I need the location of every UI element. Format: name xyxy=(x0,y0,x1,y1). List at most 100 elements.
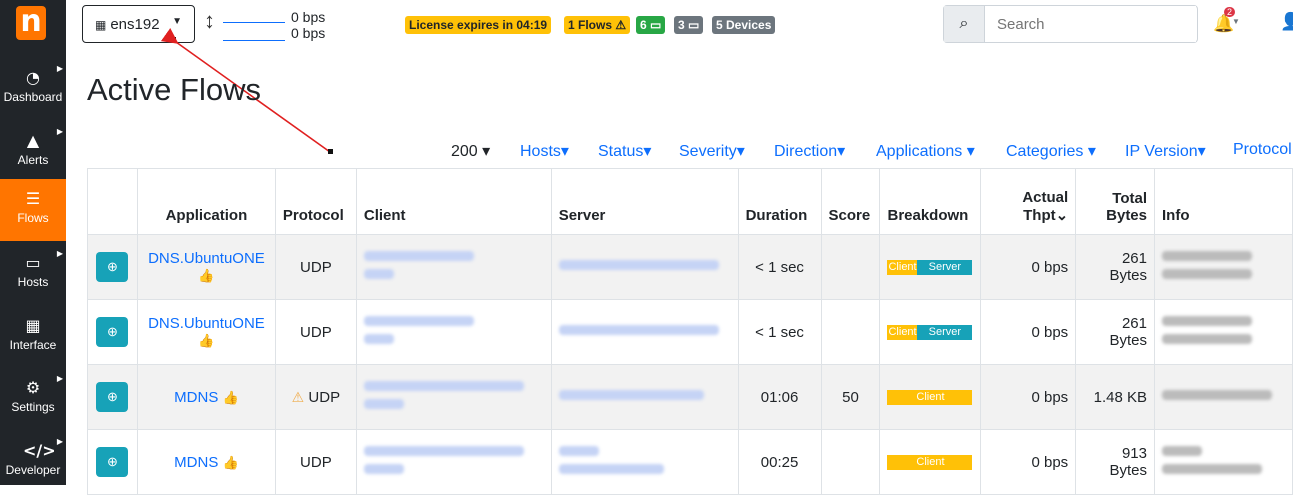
zoom-in-icon[interactable]: ⊕ xyxy=(96,382,129,412)
rows-per-page-dropdown[interactable]: 200 ▾ xyxy=(451,141,490,161)
download-sparkline xyxy=(223,40,285,41)
server-header[interactable]: Server xyxy=(550,168,739,235)
severity-filter[interactable]: Severity▾ xyxy=(679,141,745,161)
zoom-in-icon[interactable]: ⊕ xyxy=(96,317,129,347)
ethernet-icon: ▦ xyxy=(25,316,41,335)
ntopng-logo[interactable]: n xyxy=(16,6,46,40)
severity-filter-label: Severity xyxy=(679,143,737,160)
application-name[interactable]: DNS.UbuntuONE xyxy=(148,315,265,332)
zoom-in-icon[interactable]: ⊕ xyxy=(96,252,129,282)
thumbs-up-icon: 👍 xyxy=(198,268,215,283)
throughput-header[interactable]: Actual Thpt⌄ xyxy=(980,168,1077,235)
duration-cell: < 1 sec xyxy=(737,234,822,300)
throughput-header-line1: Actual xyxy=(1022,189,1069,206)
redacted-server xyxy=(558,325,719,335)
sidebar-item-settings[interactable]: ⚙ Settings ▶ xyxy=(0,368,66,430)
protocol-cell: UDP xyxy=(274,299,357,365)
caret-right-icon: ▶ xyxy=(56,249,63,258)
bell-icon[interactable]: 🔔 xyxy=(1213,14,1234,34)
protocol-header[interactable]: Protocol xyxy=(274,168,357,235)
ethernet-icon: ▦ xyxy=(95,18,107,32)
direction-filter[interactable]: Direction▾ xyxy=(774,141,845,161)
redacted-info xyxy=(1162,251,1252,261)
client-cell[interactable] xyxy=(355,364,552,430)
bytes-value: 261 xyxy=(1121,250,1147,267)
breakdown-cell: Client Server xyxy=(879,299,982,365)
redacted-server xyxy=(558,446,599,456)
sidebar-item-flows[interactable]: ☰ Flows xyxy=(0,179,66,241)
status-filter[interactable]: Status▾ xyxy=(598,141,651,161)
redacted-info xyxy=(1162,316,1252,326)
categories-filter[interactable]: Categories ▾ xyxy=(1006,141,1096,161)
client-cell[interactable] xyxy=(355,234,552,300)
active-hosts-badge[interactable]: 6 ▭ xyxy=(636,16,666,34)
sidebar-item-dashboard[interactable]: ◔ Dashboard ▶ xyxy=(0,58,66,120)
server-cell[interactable] xyxy=(550,234,739,300)
actions-cell: ⊕ xyxy=(87,299,138,365)
sidebar-item-label: Settings xyxy=(11,400,55,414)
info-header[interactable]: Info xyxy=(1154,168,1293,235)
caret-right-icon: ▶ xyxy=(56,374,63,383)
sidebar-item-interface[interactable]: ▦ Interface xyxy=(0,306,66,368)
redacted-client-port xyxy=(363,464,404,474)
thumbs-up-icon: 👍 xyxy=(222,389,239,405)
chevron-down-icon: ▼ xyxy=(1232,17,1240,26)
redacted-info xyxy=(1162,334,1252,344)
rows-per-page-value: 200 xyxy=(451,143,478,160)
caret-right-icon: ▶ xyxy=(56,64,63,73)
application-name[interactable]: DNS.UbuntuONE xyxy=(148,250,265,267)
application-cell[interactable]: DNS.UbuntuONE 👍 xyxy=(136,299,276,365)
interface-selector[interactable]: ▦ ens192 ▼ xyxy=(82,5,195,43)
client-header[interactable]: Client xyxy=(355,168,552,235)
license-badge[interactable]: License expires in 04:19 xyxy=(405,16,552,34)
breakdown-header[interactable]: Breakdown xyxy=(879,168,982,235)
protocol-cell: ⚠ UDP xyxy=(274,364,357,430)
application-header[interactable]: Application xyxy=(136,168,276,235)
bytes-cell: 1.48 KB xyxy=(1075,364,1155,430)
applications-filter[interactable]: Applications ▾ xyxy=(876,141,975,161)
duration-header[interactable]: Duration xyxy=(737,168,822,235)
bytes-value: 261 xyxy=(1121,315,1147,332)
page-title: Active Flows xyxy=(87,72,261,107)
protocol-cell: UDP xyxy=(274,234,357,300)
zoom-in-icon[interactable]: ⊕ xyxy=(96,447,129,477)
bytes-cell: 261 Bytes xyxy=(1075,234,1155,300)
score-cell xyxy=(820,234,881,300)
status-filter-label: Status xyxy=(598,143,644,160)
sidebar-item-developer[interactable]: </> Developer ▶ xyxy=(0,431,66,493)
info-cell xyxy=(1154,364,1293,430)
search-icon[interactable]: ⌕ xyxy=(944,6,985,42)
actions-cell: ⊕ xyxy=(87,234,138,300)
redacted-server xyxy=(558,390,704,400)
gear-icon: ⚙ xyxy=(25,378,41,397)
sidebar-item-hosts[interactable]: ▭ Hosts ▶ xyxy=(0,243,66,305)
laptop-icon: ▭ xyxy=(25,253,41,272)
server-cell[interactable] xyxy=(550,299,739,365)
redacted-server xyxy=(558,464,664,474)
hosts-filter[interactable]: Hosts▾ xyxy=(520,141,569,161)
redacted-server xyxy=(558,260,719,270)
caret-right-icon: ▶ xyxy=(56,437,63,446)
application-cell[interactable]: MDNS 👍 xyxy=(136,364,276,430)
score-header[interactable]: Score xyxy=(820,168,881,235)
client-cell[interactable] xyxy=(355,299,552,365)
search-input[interactable] xyxy=(986,6,1196,42)
info-cell xyxy=(1154,234,1293,300)
breakdown-cell: Client Server xyxy=(879,234,982,300)
devices-badge[interactable]: 5 Devices xyxy=(712,16,776,34)
user-icon[interactable]: 👤 xyxy=(1280,12,1293,32)
redacted-info xyxy=(1162,269,1252,279)
application-name[interactable]: MDNS xyxy=(174,454,218,471)
application-cell[interactable]: DNS.UbuntuONE 👍 xyxy=(136,234,276,300)
sidebar-item-label: Hosts xyxy=(17,275,49,289)
hosts-badge[interactable]: 3 ▭ xyxy=(674,16,704,34)
protocol-filter[interactable]: Protocol xyxy=(1233,141,1292,159)
bytes-header-line1: Total xyxy=(1112,190,1147,207)
server-cell[interactable] xyxy=(550,364,739,430)
ip-version-filter[interactable]: IP Version▾ xyxy=(1125,141,1206,161)
interface-name: ens192 xyxy=(110,16,160,33)
throughput-cell: 0 bps xyxy=(980,234,1077,300)
bytes-header[interactable]: Total Bytes xyxy=(1075,168,1155,235)
flows-alert-badge[interactable]: 1 Flows ⚠ xyxy=(564,16,631,34)
application-name[interactable]: MDNS xyxy=(174,389,218,406)
